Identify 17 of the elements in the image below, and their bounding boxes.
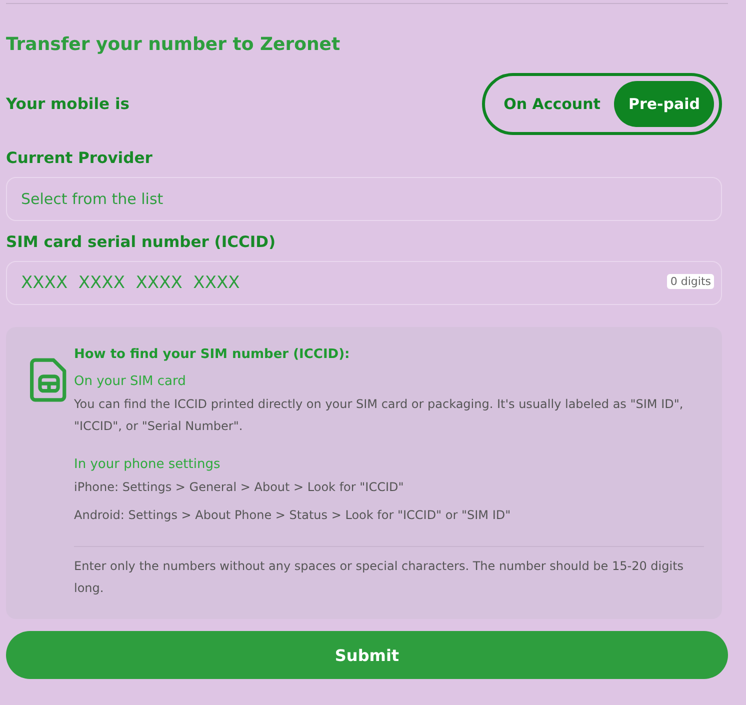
toggle-option[interactable]: Pre-paid	[614, 81, 714, 127]
field-label: Current Provider	[6, 149, 154, 167]
sim-card-icon	[30, 357, 68, 403]
help-text: iPhone: Settings > General > About > Look for "ICCID"	[74, 479, 404, 496]
digit-counter: 0 digits	[667, 274, 714, 289]
field-label: SIM card serial number (ICCID)	[6, 233, 277, 251]
section-heading: In your phone settings	[74, 457, 220, 472]
section-heading: On your SIM card	[74, 374, 186, 389]
help-note: Enter only the numbers without any spaces or special characters. The number should be 15-20 digits long.	[74, 558, 685, 597]
toggle-option[interactable]: On Account	[490, 81, 614, 127]
submit-button[interactable]: Submit	[6, 631, 728, 679]
field-label: Your mobile is	[6, 95, 130, 113]
help-text: You can find the ICCID printed directly on your SIM card or packaging. It's usually labeled as "SIM ID", "ICCID", or "Serial Number".	[74, 396, 684, 435]
select-field[interactable]: Select from the list	[6, 177, 722, 221]
help-heading: How to find your SIM number (ICCID):	[74, 347, 350, 362]
page-title: Transfer your number to Zeronet	[6, 34, 342, 55]
help-text: Android: Settings > About Phone > Status > Look for "ICCID" or "SIM ID"	[74, 507, 511, 524]
